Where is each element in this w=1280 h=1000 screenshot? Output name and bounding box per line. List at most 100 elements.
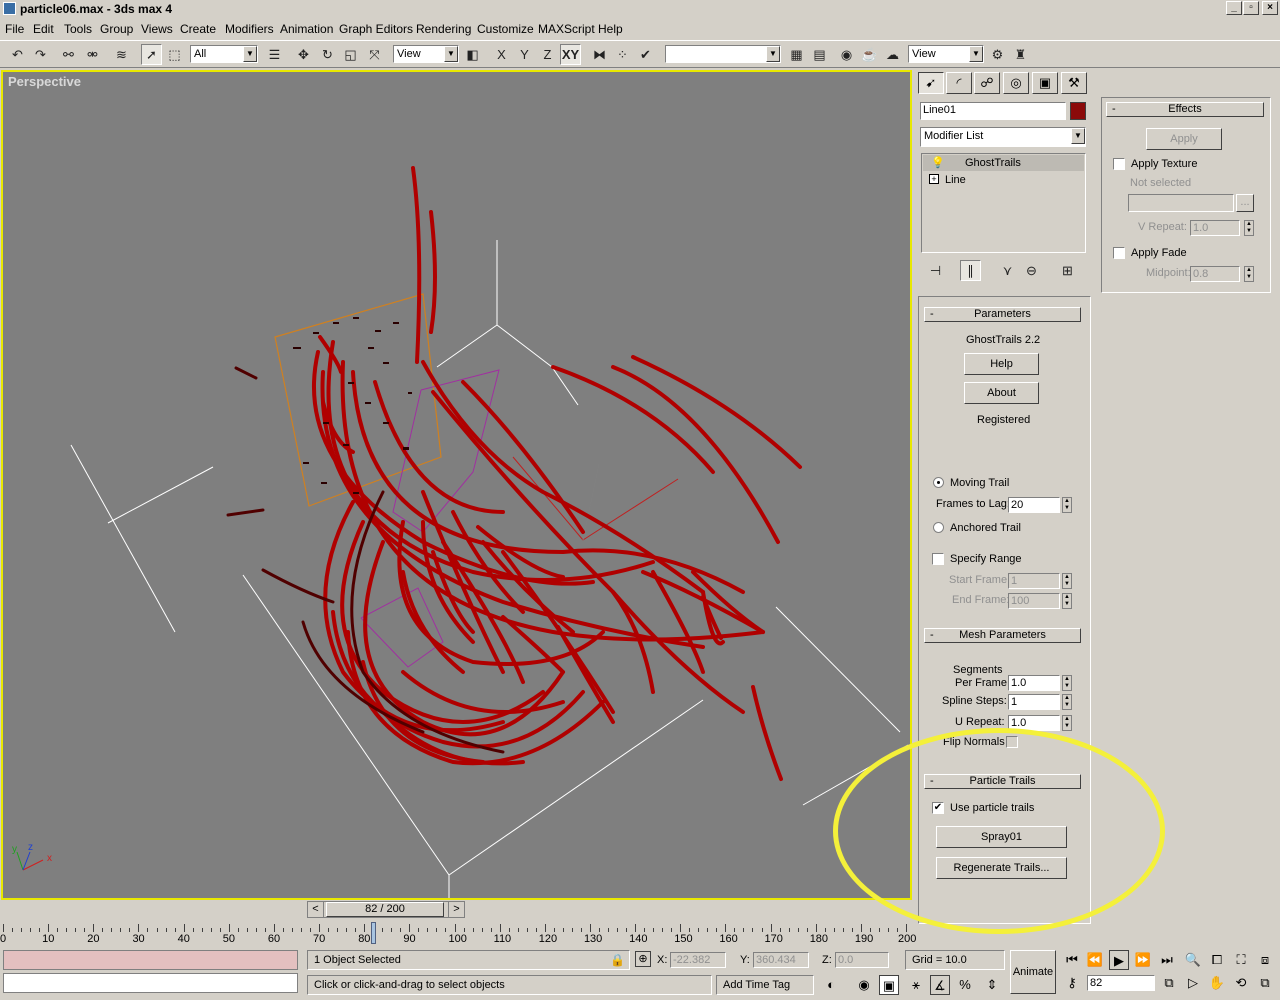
axis-xy-button[interactable]: XY — [560, 44, 581, 65]
bind-space-warp-icon[interactable]: ≋ — [111, 44, 132, 65]
snap-toggle-icon[interactable]: ⚹ — [906, 975, 926, 995]
activeshade-icon[interactable]: ♜ — [1010, 44, 1031, 65]
object-name-field[interactable]: Line01 — [920, 102, 1066, 120]
redo-icon[interactable]: ↷ — [30, 44, 51, 65]
render-type-dropdown[interactable]: View ▼ — [908, 45, 984, 63]
degradation-override-icon[interactable]: ◐ — [821, 975, 841, 995]
menu-group[interactable]: Group — [100, 22, 133, 36]
unlink-icon[interactable]: ⚮ — [82, 44, 103, 65]
object-color-swatch[interactable] — [1070, 102, 1086, 120]
browse-texture-button[interactable]: ... — [1236, 194, 1254, 212]
pick-particle-system-button[interactable]: Spray01 — [936, 826, 1067, 848]
absolute-mode-icon[interactable]: ⊕ — [635, 951, 651, 967]
scale-icon[interactable]: ◱ — [340, 44, 361, 65]
zoom-extents-icon[interactable]: ⛶ — [1231, 950, 1251, 970]
hierarchy-tab-icon[interactable]: ☍ — [974, 72, 1000, 94]
rotate-icon[interactable]: ↻ — [317, 44, 338, 65]
select-object-icon[interactable]: ➚ — [141, 44, 162, 65]
maxscript-input[interactable] — [3, 973, 298, 993]
frames-to-lag-spinner[interactable]: ▲ ▼ — [1062, 497, 1072, 513]
start-frame-spinner[interactable]: ▲ ▼ — [1062, 573, 1072, 589]
menu-graph-editors[interactable]: Graph Editors — [339, 22, 413, 36]
align-icon[interactable]: ✔ — [635, 44, 656, 65]
spinner-snap-icon[interactable]: ⇕ — [982, 975, 1002, 995]
u-repeat-spinner[interactable]: ▲ ▼ — [1062, 715, 1072, 731]
next-frame-button[interactable]: > — [448, 902, 464, 917]
parameters-rollout-header[interactable]: - Parameters — [924, 307, 1081, 322]
maxscript-listener-mini[interactable] — [3, 950, 298, 970]
render-scene-icon[interactable]: ☕ — [859, 44, 880, 65]
menu-maxscript[interactable]: MAXScript — [538, 22, 595, 36]
track-view-icon[interactable]: ▦ — [786, 44, 807, 65]
apply-effects-button[interactable]: Apply — [1146, 128, 1222, 150]
specify-range-checkbox[interactable] — [932, 553, 944, 565]
v-repeat-input[interactable]: 1.0 — [1190, 220, 1240, 236]
go-to-start-icon[interactable]: ⏮ — [1062, 950, 1082, 970]
moving-trail-radio[interactable] — [933, 477, 944, 488]
menu-tools[interactable]: Tools — [64, 22, 92, 36]
configure-modifier-sets-icon[interactable]: ⊞ — [1057, 260, 1078, 281]
spline-steps-input[interactable]: 1 — [1008, 694, 1060, 710]
apply-texture-checkbox[interactable] — [1113, 158, 1125, 170]
stack-item-line[interactable]: + Line — [923, 172, 1084, 188]
menu-help[interactable]: Help — [598, 22, 623, 36]
close-button[interactable]: × — [1262, 1, 1278, 15]
time-slider-thumb[interactable]: 82 / 200 — [326, 902, 444, 917]
flip-normals-checkbox[interactable] — [1006, 736, 1018, 748]
mesh-parameters-rollout-header[interactable]: - Mesh Parameters — [924, 628, 1081, 643]
schematic-view-icon[interactable]: ▤ — [809, 44, 830, 65]
next-frame-icon[interactable]: ⏩ — [1133, 950, 1153, 970]
particle-trails-rollout-header[interactable]: - Particle Trails — [924, 774, 1081, 789]
menu-create[interactable]: Create — [180, 22, 216, 36]
apply-fade-checkbox[interactable] — [1113, 247, 1125, 259]
lock-selection-icon[interactable]: 🔒 — [610, 953, 625, 967]
motion-tab-icon[interactable]: ◎ — [1003, 72, 1029, 94]
effects-rollout-header[interactable]: - Effects — [1106, 102, 1264, 117]
reference-coordinate-dropdown[interactable]: View ▼ — [393, 45, 459, 63]
menu-animation[interactable]: Animation — [280, 22, 333, 36]
menu-file[interactable]: File — [5, 22, 24, 36]
current-frame-marker[interactable] — [371, 922, 377, 944]
pivot-center-icon[interactable]: ◧ — [462, 44, 483, 65]
zoom-icon[interactable]: 🔍 — [1183, 950, 1203, 970]
segments-spinner[interactable]: ▲ ▼ — [1062, 675, 1072, 691]
animate-button[interactable]: Animate — [1010, 950, 1056, 994]
time-slider[interactable]: < 82 / 200 > — [307, 901, 465, 918]
u-repeat-input[interactable]: 1.0 — [1008, 715, 1060, 731]
pin-stack-icon[interactable]: ⊣ — [925, 260, 946, 281]
segments-per-frame-input[interactable]: 1.0 — [1008, 675, 1060, 691]
about-button[interactable]: About — [964, 382, 1039, 404]
anchored-trail-radio[interactable] — [933, 522, 944, 533]
help-button[interactable]: Help — [964, 353, 1039, 375]
y-coordinate-field[interactable]: 360.434 — [753, 952, 809, 968]
undo-icon[interactable]: ↶ — [7, 44, 28, 65]
time-configuration-icon[interactable]: ⧉ — [1159, 973, 1179, 993]
angle-snap-icon[interactable]: ∡ — [930, 975, 950, 995]
go-to-end-icon[interactable]: ⏭ — [1157, 950, 1177, 970]
maximize-viewport-icon[interactable]: ⧉ — [1255, 973, 1275, 993]
make-unique-icon[interactable]: ⋎ — [997, 260, 1018, 281]
crossing-selection-icon[interactable]: ◉ — [854, 975, 874, 995]
field-of-view-icon[interactable]: ▷ — [1183, 973, 1203, 993]
select-link-icon[interactable]: ⚯ — [58, 44, 79, 65]
modifier-list-dropdown[interactable]: Modifier List ▼ — [920, 127, 1086, 147]
start-frame-input[interactable]: 1 — [1008, 573, 1060, 589]
mirror-icon[interactable]: ⧓ — [589, 44, 610, 65]
array-icon[interactable]: ⁘ — [612, 44, 633, 65]
pan-icon[interactable]: ✋ — [1207, 973, 1227, 993]
x-coordinate-field[interactable]: -22.382 — [670, 952, 726, 968]
previous-frame-button[interactable]: < — [308, 902, 324, 917]
create-tab-icon[interactable]: ➹ — [918, 72, 944, 94]
texture-path-field[interactable] — [1128, 194, 1234, 212]
axis-y-button[interactable]: Y — [514, 44, 535, 65]
menu-edit[interactable]: Edit — [33, 22, 54, 36]
use-particle-trails-checkbox[interactable]: ✔ — [932, 802, 944, 814]
select-by-name-icon[interactable]: ☰ — [264, 44, 285, 65]
z-coordinate-field[interactable]: 0.0 — [835, 952, 889, 968]
quick-render-icon[interactable]: ☁ — [882, 44, 903, 65]
render-last-icon[interactable]: ⚙ — [987, 44, 1008, 65]
v-repeat-spinner[interactable]: ▲ ▼ — [1244, 220, 1254, 236]
restore-button[interactable]: ▫ — [1243, 1, 1259, 15]
named-selection-dropdown[interactable]: ▼ — [665, 45, 781, 63]
regenerate-trails-button[interactable]: Regenerate Trails... — [936, 857, 1067, 879]
